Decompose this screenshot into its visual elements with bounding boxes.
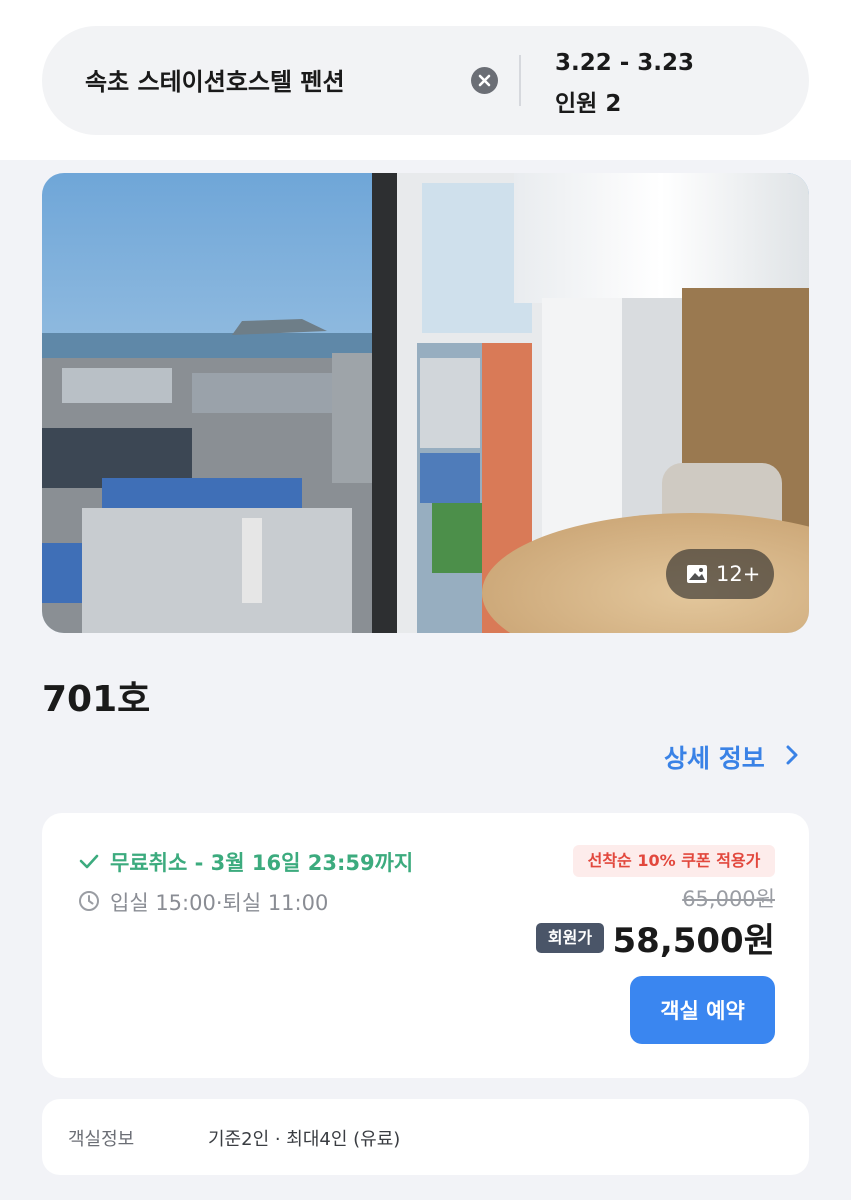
date-range[interactable]: 3.22 - 3.23 [555, 50, 694, 76]
photo-count-text: 12+ [716, 562, 761, 586]
room-title: 701호 [42, 679, 151, 720]
room-info-value: 기준2인 · 최대4인 (유료) [208, 1129, 401, 1150]
clock-icon [79, 891, 99, 911]
member-price: 58,500원 [612, 921, 775, 961]
rate-card: 무료취소 - 3월 16일 23:59까지 입실 15:00·퇴실 11:00 … [42, 813, 809, 1078]
guest-count[interactable]: 인원 2 [555, 84, 621, 118]
original-price: 65,000원 [682, 887, 775, 911]
room-detail-link-label: 상세 정보 [664, 744, 765, 773]
photo-count-badge[interactable]: 12+ [666, 549, 774, 599]
room-photo[interactable]: 12+ [42, 173, 809, 633]
chevron-right-icon [786, 745, 798, 765]
search-header: 속초 스테이션호스텔 펜션 3.22 - 3.23 인원 2 [0, 0, 851, 160]
clear-search-icon[interactable] [471, 67, 498, 94]
free-cancel-text: 무료취소 - 3월 16일 23:59까지 [110, 851, 414, 875]
search-divider [519, 55, 521, 106]
room-detail-link[interactable]: 상세 정보 [664, 739, 804, 775]
image-icon [687, 565, 707, 583]
book-room-button[interactable]: 객실 예약 [630, 976, 775, 1044]
room-info-card: 객실정보 기준2인 · 최대4인 (유료) [42, 1099, 809, 1175]
search-bar[interactable]: 속초 스테이션호스텔 펜션 3.22 - 3.23 인원 2 [42, 26, 809, 135]
search-query-text[interactable]: 속초 스테이션호스텔 펜션 [85, 62, 345, 97]
room-info-label: 객실정보 [68, 1129, 135, 1150]
checkin-checkout-text: 입실 15:00·퇴실 11:00 [110, 891, 329, 915]
member-price-badge: 회원가 [536, 923, 604, 953]
coupon-badge: 선착순 10% 쿠폰 적용가 [573, 845, 775, 877]
check-icon [79, 854, 99, 869]
